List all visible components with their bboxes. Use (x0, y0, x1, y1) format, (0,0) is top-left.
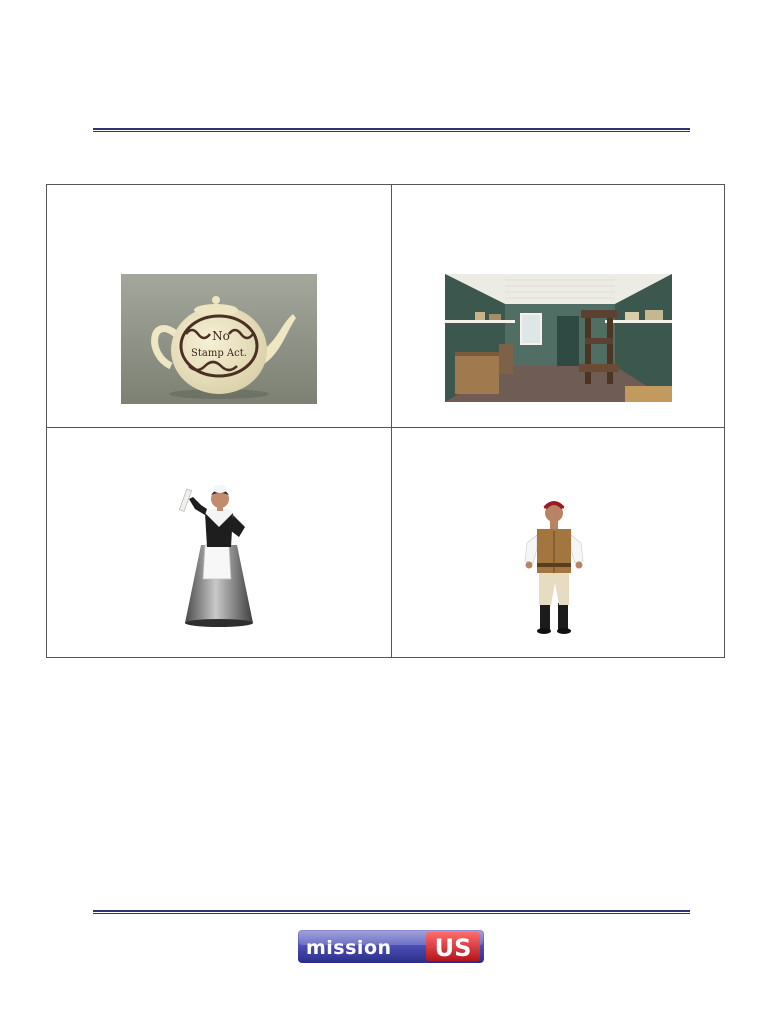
header-divider (93, 128, 690, 132)
colonial-man-image (521, 491, 591, 637)
mission-us-logo: mission US (298, 930, 484, 963)
logo-word-mission: mission (306, 937, 392, 959)
logo-word-us: US (435, 934, 472, 962)
colonial-woman-image (167, 475, 271, 631)
teapot-inscription-stamp-act: Stamp Act. (191, 348, 247, 359)
teapot-image: No Stamp Act. (121, 274, 317, 404)
print-shop-image (445, 274, 672, 402)
teapot-inscription-no: No (212, 329, 230, 343)
grid-vertical-divider (391, 185, 392, 657)
image-grid: No Stamp Act. (46, 184, 725, 658)
grid-horizontal-divider (47, 427, 724, 428)
footer-divider (93, 910, 690, 914)
